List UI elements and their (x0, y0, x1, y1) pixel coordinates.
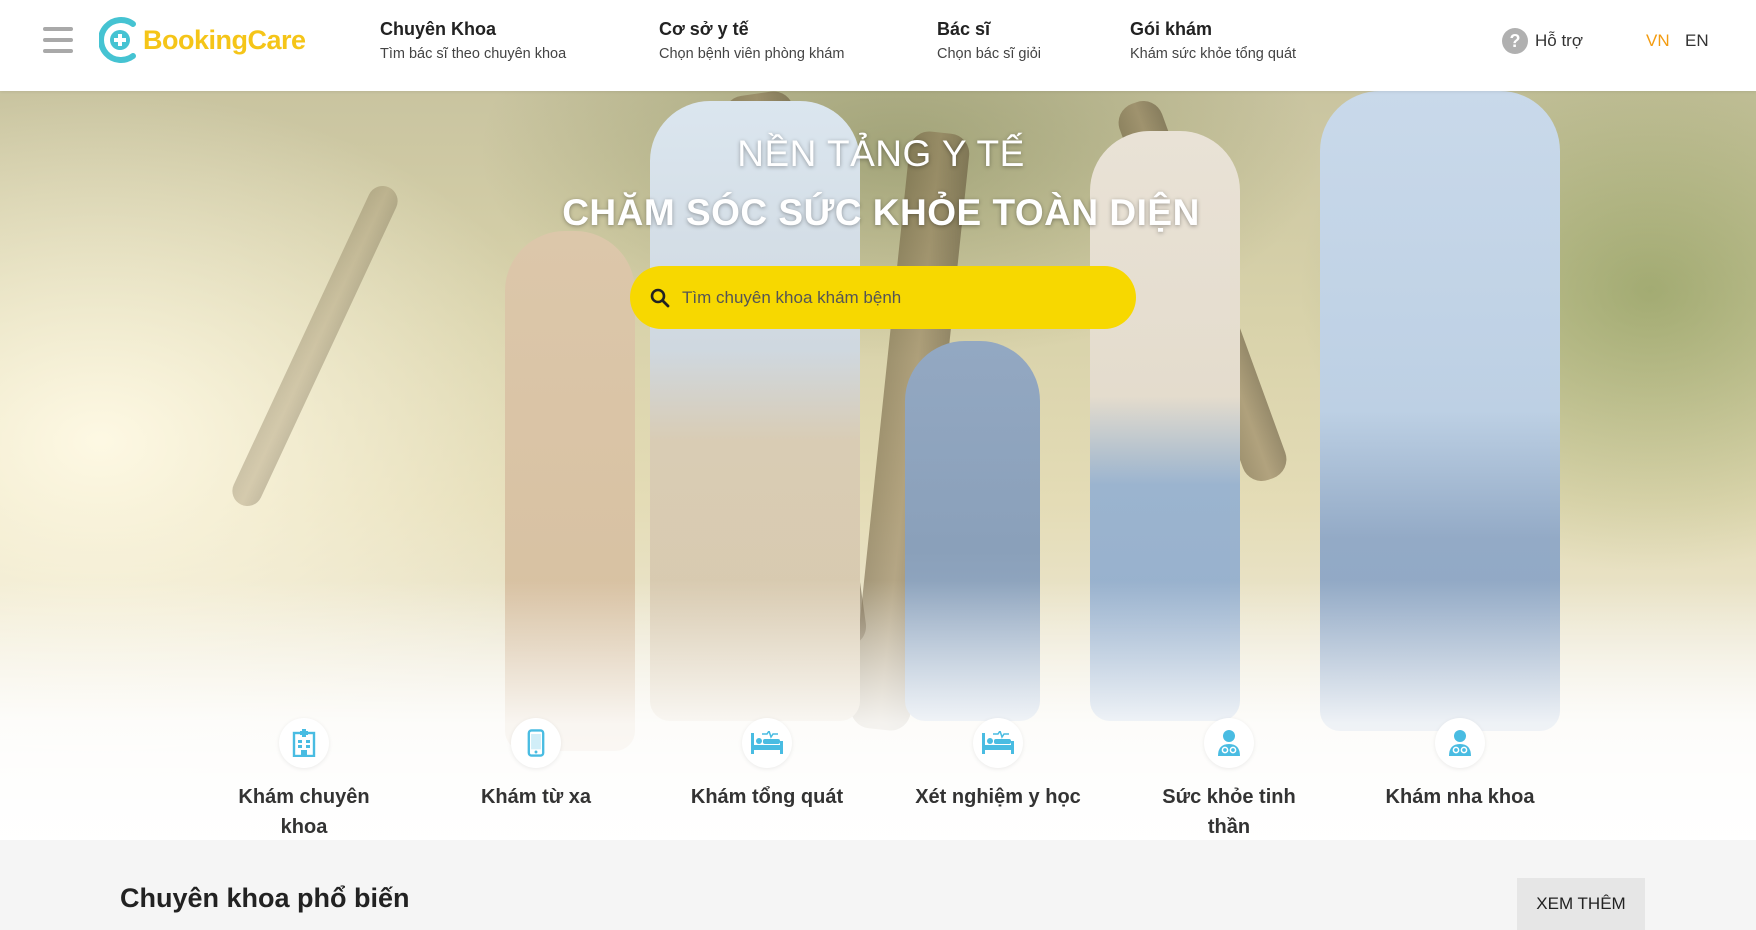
nav-subtitle: Chọn bác sĩ giỏi (937, 46, 1041, 62)
doctor-icon (1204, 718, 1254, 768)
category-suc-khoe-tinh-than[interactable]: Sức khỏe tinh thần (1144, 718, 1314, 840)
search-input[interactable] (682, 287, 1122, 308)
category-label: Khám tổng quát (690, 786, 844, 808)
logo-icon (99, 17, 136, 63)
nav-bac-si[interactable]: Bác sĩ Chọn bác sĩ giỏi (937, 18, 1041, 63)
nav-goi-kham[interactable]: Gói khám Khám sức khỏe tổng quát (1130, 18, 1296, 63)
nav-co-so-y-te[interactable]: Cơ sở y tế Chọn bệnh viên phòng khám (659, 18, 844, 63)
category-label: Khám chuyên khoa (238, 786, 370, 838)
see-more-button[interactable]: XEM THÊM (1517, 878, 1645, 930)
lang-en-button[interactable]: EN (1685, 31, 1709, 51)
nav-subtitle: Chọn bệnh viên phòng khám (659, 46, 845, 62)
category-label: Khám nha khoa (1385, 786, 1535, 808)
hospital-bed-icon (973, 718, 1023, 768)
hero-title-line1: NỀN TẢNG Y TẾ (737, 133, 1025, 174)
popular-specialties-section: Chuyên khoa phổ biến XEM THÊM (0, 840, 1756, 930)
question-icon: ? (1502, 28, 1528, 54)
nav-chuyen-khoa[interactable]: Chuyên Khoa Tìm bác sĩ theo chuyên khoa (380, 18, 566, 63)
hospital-icon (279, 718, 329, 768)
nav-title: Cơ sở y tế (659, 19, 749, 39)
category-kham-chuyen-khoa[interactable]: Khám chuyên khoa (219, 718, 389, 840)
mobile-phone-icon (511, 718, 561, 768)
menu-icon[interactable] (43, 27, 73, 53)
search-icon (650, 288, 670, 307)
hero-title-line2: CHĂM SÓC SỨC KHỎE TOÀN DIỆN (562, 192, 1200, 233)
category-label: Sức khỏe tinh thần (1162, 786, 1296, 838)
nav-title: Bác sĩ (937, 19, 991, 39)
category-kham-tong-quat[interactable]: Khám tổng quát (682, 718, 852, 812)
logo[interactable]: BookingCare (99, 14, 306, 66)
nav-subtitle: Khám sức khỏe tổng quát (1130, 46, 1297, 62)
category-kham-tu-xa[interactable]: Khám từ xa (451, 718, 621, 812)
category-label: Khám từ xa (480, 786, 592, 808)
nav-title: Chuyên Khoa (380, 19, 497, 39)
search-bar[interactable] (630, 266, 1136, 329)
category-kham-nha-khoa[interactable]: Khám nha khoa (1375, 718, 1545, 812)
logo-text: BookingCare (143, 24, 306, 55)
nav-title: Gói khám (1130, 19, 1213, 39)
support-link[interactable]: ? Hỗ trợ (1502, 28, 1583, 54)
category-label: Xét nghiệm y học (915, 786, 1081, 808)
category-xet-nghiem-y-hoc[interactable]: Xét nghiệm y học (913, 718, 1083, 812)
hospital-bed-icon (742, 718, 792, 768)
lang-vn-button[interactable]: VN (1646, 31, 1670, 51)
section-title: Chuyên khoa phổ biến (120, 883, 410, 913)
nav-subtitle: Tìm bác sĩ theo chuyên khoa (380, 46, 567, 62)
top-header: BookingCare Chuyên Khoa Tìm bác sĩ theo … (0, 0, 1756, 91)
hero-banner: NỀN TẢNG Y TẾ CHĂM SÓC SỨC KHỎE TOÀN DIỆ… (0, 91, 1756, 840)
support-label: Hỗ trợ (1535, 31, 1583, 50)
doctor-icon (1435, 718, 1485, 768)
